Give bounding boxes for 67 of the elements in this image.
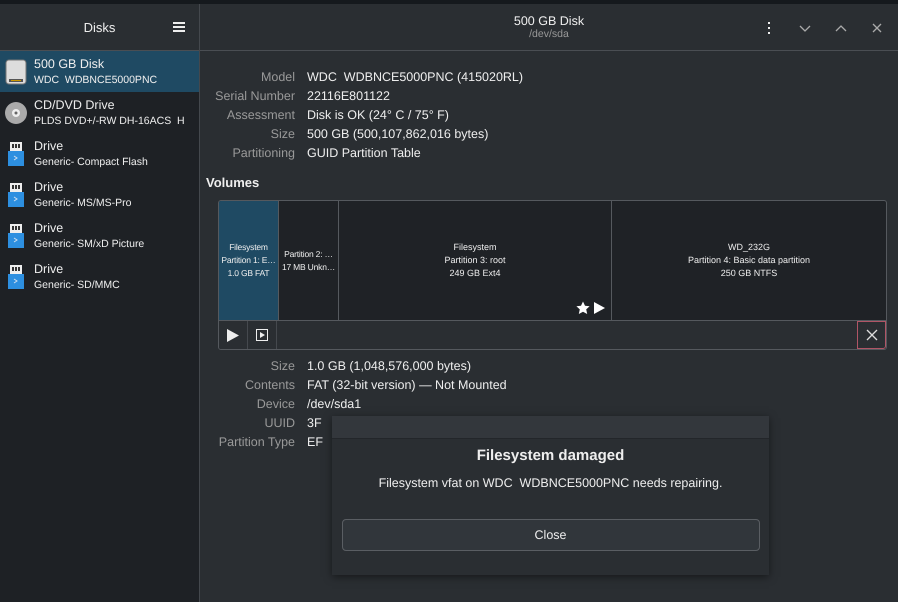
device-name: 500 GB Disk: [34, 56, 106, 72]
field-value: FAT (32-bit version) — Not Mounted: [307, 377, 507, 394]
menu-icon[interactable]: [173, 22, 185, 32]
field-value: Disk is OK (24° C / 75° F): [307, 107, 449, 124]
disc-icon: [4, 100, 28, 124]
delete-button[interactable]: [857, 321, 886, 349]
device-item[interactable]: Drive Generic- SD/MMC: [0, 256, 199, 297]
partition-label: Filesystem: [229, 241, 268, 254]
partition-block[interactable]: WD_232G Partition 4: Basic data partition 250 GB NTFS: [612, 201, 886, 320]
device-item[interactable]: Drive Generic- MS/MS-Pro: [0, 174, 199, 215]
field-label: Model: [260, 69, 295, 86]
partition-label: Filesystem: [453, 241, 496, 254]
framed-play-icon: [256, 329, 268, 341]
close-icon: [866, 329, 878, 341]
section-title: Volumes: [206, 175, 260, 190]
device-name: CD/DVD Drive: [34, 96, 116, 114]
field-label: Partitioning: [232, 145, 295, 162]
device-name: Drive: [34, 178, 64, 196]
field-label: Size: [270, 358, 295, 375]
field-label: Device: [256, 396, 295, 413]
device-item[interactable]: CD/DVD Drive PLDS DVD+/-RW DH-16ACS H: [0, 92, 199, 133]
partition-block[interactable]: Filesystem Partition 3: root 249 GB Ext4: [339, 201, 612, 320]
field-label: Serial Number: [215, 88, 295, 105]
partition-block[interactable]: Partition 2: … 17 MB Unkn…: [279, 201, 339, 320]
device-name: Drive: [34, 138, 64, 154]
play-icon: [594, 302, 605, 314]
field-label: UUID: [264, 415, 295, 432]
play-icon: [227, 328, 239, 342]
partition-block[interactable]: Filesystem Partition 1: E… 1.0 GB FAT: [219, 201, 279, 320]
field-value: 1.0 GB (1,048,576,000 bytes): [307, 358, 471, 375]
device-model: Generic- MS/MS-Pro: [34, 196, 132, 210]
field-value: GUID Partition Table: [307, 145, 421, 162]
partition-label: 17 MB Unkn…: [282, 260, 336, 274]
field-label: Assessment: [226, 107, 295, 124]
partition-label: Partition 4: Basic data partition: [688, 254, 810, 267]
device-model: PLDS DVD+/-RW DH-16ACS H: [34, 114, 185, 128]
partition-label: 249 GB Ext4: [449, 267, 501, 280]
partition-label: WD_232G: [728, 241, 770, 254]
field-value: /dev/sda1: [307, 396, 362, 413]
field-label: Size: [270, 126, 295, 143]
window-subtitle: /dev/sda: [529, 28, 569, 40]
window-title: 500 GB Disk: [514, 14, 584, 28]
sidebar-title: Disks: [84, 20, 116, 34]
partition-label: Partition 2: …: [284, 248, 333, 260]
device-item[interactable]: Drive Generic- SM/xD Picture: [0, 215, 199, 256]
close-button[interactable]: Close: [342, 519, 760, 551]
dialog-message: Filesystem vfat on WDC WDBNCE5000PNC needs repairing.: [378, 476, 722, 490]
partition-label: 250 GB NTFS: [720, 267, 778, 280]
field-value: WDC WDBNCE5000PNC (415020RL): [307, 69, 524, 86]
dialog-title: Filesystem damaged: [476, 447, 624, 464]
partition-label: 1.0 GB FAT: [228, 267, 270, 280]
partition-label: Partition 3: root: [444, 254, 506, 267]
field-label: Contents: [244, 377, 295, 394]
device-model: Generic- SD/MMC: [34, 278, 120, 292]
field-value: 3F: [307, 415, 322, 432]
field-value: 500 GB (500,107,862,016 bytes): [307, 126, 488, 143]
field-label: Partition Type: [218, 434, 295, 451]
field-value: 22116E801122: [307, 88, 390, 105]
device-name: Drive: [34, 260, 64, 278]
field-value: EF: [307, 434, 323, 451]
device-item[interactable]: 500 GB Disk WDC WDBNCE5000PNC: [0, 51, 199, 92]
partition-label: Partition 1: E…: [221, 254, 276, 267]
device-model: Generic- SM/xD Picture: [34, 236, 144, 252]
device-name: Drive: [34, 220, 64, 236]
device-model: Generic- Compact Flash: [34, 154, 148, 170]
device-item[interactable]: Drive Generic- Compact Flash: [0, 133, 199, 174]
device-model: WDC WDBNCE5000PNC: [34, 72, 158, 88]
